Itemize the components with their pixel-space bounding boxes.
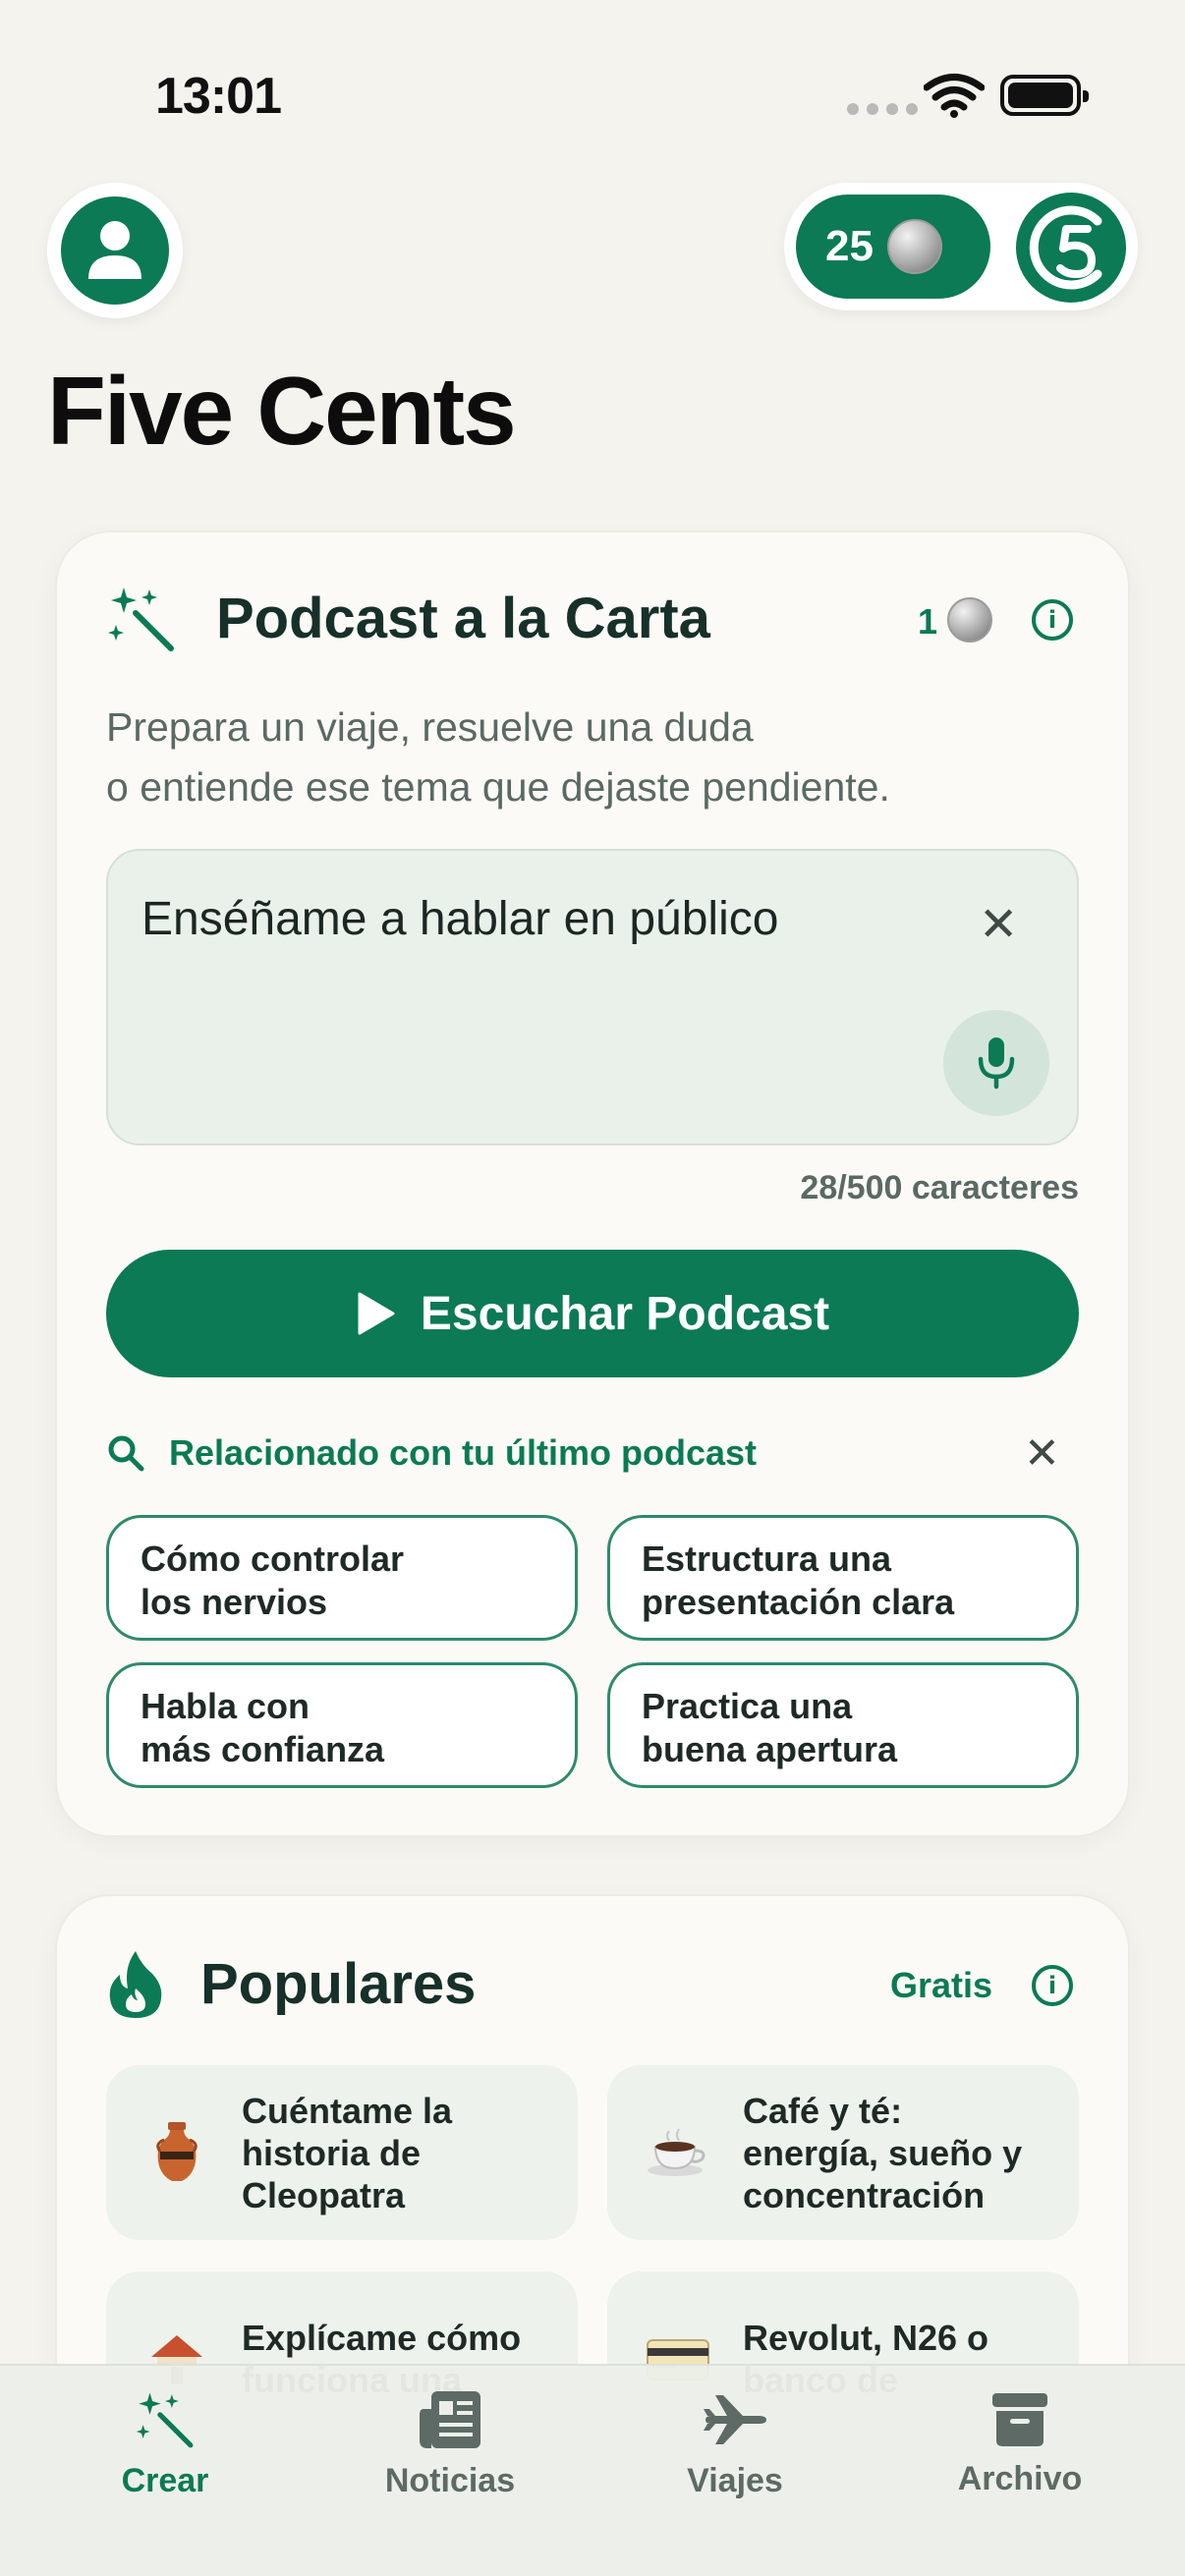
related-label: Relacionado con tu último podcast xyxy=(169,1432,758,1473)
popular-topic-card[interactable]: Cuéntame la historia de Cleopatra xyxy=(106,2065,578,2240)
five-cents-logo-icon[interactable] xyxy=(1016,193,1126,303)
page-title: Five Cents xyxy=(47,357,517,465)
podcast-prompt-value[interactable]: Enséñame a hablar en público xyxy=(141,892,778,946)
search-icon xyxy=(108,1435,144,1472)
tab-label: Crear xyxy=(121,2462,209,2499)
play-icon xyxy=(358,1292,395,1335)
related-section-header: Relacionado con tu último podcast xyxy=(106,1432,757,1474)
description-line: o entiende ese tema que dejaste pendient… xyxy=(106,764,890,810)
free-badge: Gratis xyxy=(890,1965,993,2005)
flame-icon xyxy=(106,1949,165,2025)
character-count: 28/500 caracteres xyxy=(800,1169,1079,1206)
clear-prompt-close-icon[interactable]: ✕ xyxy=(979,900,1018,951)
dismiss-related-close-icon[interactable]: ✕ xyxy=(1024,1430,1060,1478)
wifi-icon xyxy=(923,73,986,123)
description-line: Prepara un viaje, resuelve una duda xyxy=(106,704,754,750)
newspaper-icon xyxy=(420,2391,480,2448)
coin-icon xyxy=(886,219,942,274)
listen-podcast-label: Escuchar Podcast xyxy=(420,1287,830,1340)
suggestion-chip[interactable]: Habla con más confianza xyxy=(106,1662,578,1788)
tab-archivo[interactable]: Archivo xyxy=(902,2389,1138,2498)
sparkle-wand-icon xyxy=(106,584,177,659)
coin-count: 25 xyxy=(825,222,874,270)
status-time: 13:01 xyxy=(155,68,282,125)
coffee-cup-icon xyxy=(643,2117,713,2188)
populares-title: Populares xyxy=(200,1952,477,2016)
coin-icon xyxy=(947,597,992,643)
suggestion-chip[interactable]: Practica una buena apertura xyxy=(607,1662,1079,1788)
airplane-icon xyxy=(704,2395,766,2444)
listen-podcast-button[interactable]: Escuchar Podcast xyxy=(106,1250,1079,1377)
info-icon[interactable]: i xyxy=(1032,1965,1073,2006)
tab-label: Noticias xyxy=(384,2462,516,2499)
tab-viajes[interactable]: Viajes xyxy=(617,2389,853,2500)
battery-icon xyxy=(1000,75,1089,116)
cellular-signal-icon xyxy=(847,103,918,115)
tab-label: Viajes xyxy=(687,2462,783,2499)
podcast-card-title: Podcast a la Carta xyxy=(216,587,710,650)
profile-button[interactable] xyxy=(47,183,183,318)
archive-box-icon xyxy=(992,2393,1047,2446)
tab-crear[interactable]: Crear xyxy=(47,2389,283,2500)
podcast-cost: 1 xyxy=(918,601,938,642)
user-icon xyxy=(61,196,169,305)
amphora-icon xyxy=(141,2117,212,2188)
suggestion-chip[interactable]: Estructura una presentación clara xyxy=(607,1515,1079,1641)
sparkle-wand-icon xyxy=(136,2392,194,2448)
info-icon[interactable]: i xyxy=(1032,599,1073,641)
topic-title: Café y té: energía, sueño y concentració… xyxy=(743,2090,1023,2215)
topic-title: Cuéntame la historia de Cleopatra xyxy=(242,2090,453,2215)
tab-label: Archivo xyxy=(957,2460,1083,2497)
coin-balance-button[interactable]: 25 xyxy=(796,195,990,299)
suggestion-chip[interactable]: Cómo controlar los nervios xyxy=(106,1515,578,1641)
popular-topic-card[interactable]: Café y té: energía, sueño y concentració… xyxy=(607,2065,1079,2240)
tab-noticias[interactable]: Noticias xyxy=(332,2389,568,2500)
podcast-card-description: Prepara un viaje, resuelve una duda o en… xyxy=(106,698,1089,817)
microphone-icon xyxy=(978,1037,1015,1090)
microphone-button[interactable] xyxy=(943,1010,1049,1116)
